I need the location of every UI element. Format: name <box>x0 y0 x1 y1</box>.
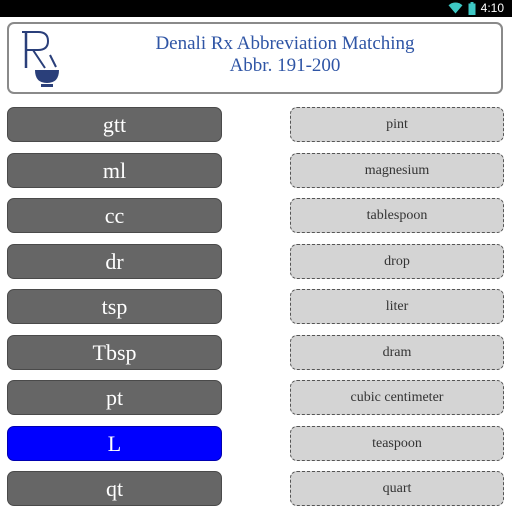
abbreviation-button-tbsp[interactable]: Tbsp <box>7 335 222 370</box>
abbreviation-button-l[interactable]: L <box>7 426 222 461</box>
abbreviation-button-qt[interactable]: qt <box>7 471 222 506</box>
set-range-subtitle: Abbr. 191-200 <box>229 55 341 76</box>
definition-target-dram[interactable]: dram <box>290 335 504 370</box>
rx-mortar-pestle-logo <box>22 31 59 87</box>
definition-target-tablespoon[interactable]: tablespoon <box>290 198 504 233</box>
header-title-block: Denali Rx Abbreviation Matching Abbr. 19… <box>69 33 501 77</box>
wifi-icon <box>448 2 463 14</box>
definition-target-drop[interactable]: drop <box>290 244 504 279</box>
definition-target-teaspoon[interactable]: teaspoon <box>290 426 504 461</box>
abbreviation-button-ml[interactable]: ml <box>7 153 222 188</box>
status-icons: 4:10 <box>448 1 504 15</box>
abbreviation-button-tsp[interactable]: tsp <box>7 289 222 324</box>
battery-icon <box>468 1 476 15</box>
definition-target-liter[interactable]: liter <box>290 289 504 324</box>
definition-target-quart[interactable]: quart <box>290 471 504 506</box>
app-header: Denali Rx Abbreviation Matching Abbr. 19… <box>7 22 503 94</box>
definition-target-magnesium[interactable]: magnesium <box>290 153 504 188</box>
app-title: Denali Rx Abbreviation Matching <box>155 33 415 54</box>
status-time: 4:10 <box>480 1 504 15</box>
definition-target-pint[interactable]: pint <box>290 107 504 142</box>
status-bar: 4:10 <box>0 0 512 17</box>
definition-target-cubic-centimeter[interactable]: cubic centimeter <box>290 380 504 415</box>
abbreviation-button-cc[interactable]: cc <box>7 198 222 233</box>
abbreviation-button-gtt[interactable]: gtt <box>7 107 222 142</box>
abbreviation-button-pt[interactable]: pt <box>7 380 222 415</box>
abbreviation-button-dr[interactable]: dr <box>7 244 222 279</box>
